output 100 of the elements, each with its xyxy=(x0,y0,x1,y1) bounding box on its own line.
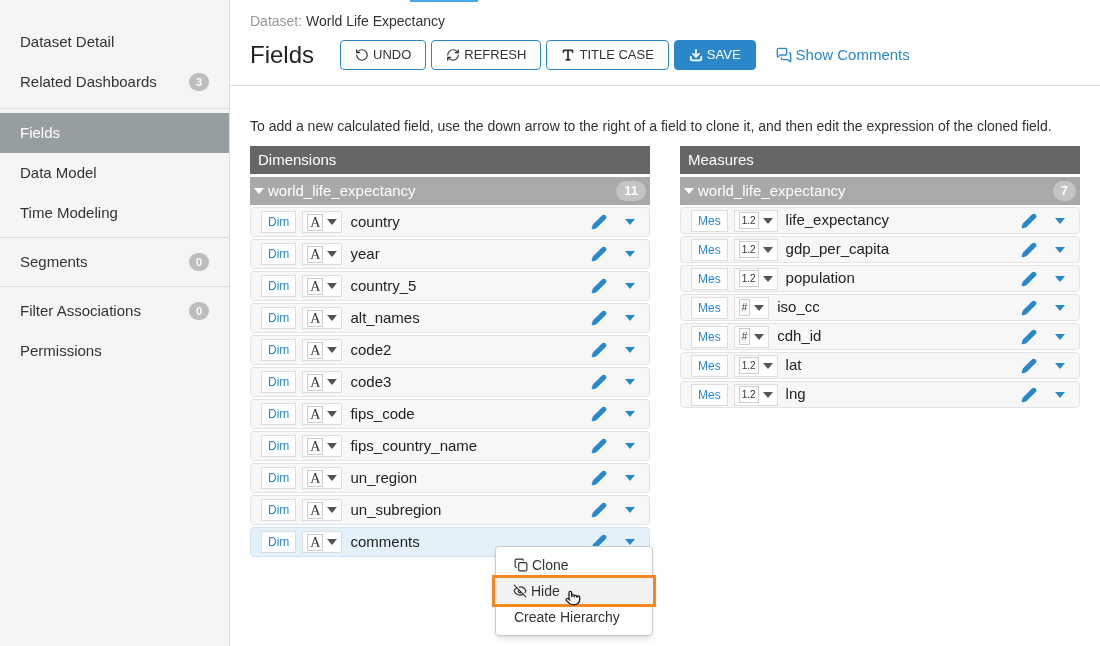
sidebar-item[interactable]: Data Model xyxy=(0,153,229,193)
field-row[interactable]: Mes 1.2 population xyxy=(680,265,1080,292)
role-tag[interactable]: Mes xyxy=(691,267,728,290)
menu-item[interactable]: Create Hierarchy xyxy=(496,604,652,630)
type-dropdown[interactable]: A xyxy=(302,435,343,457)
field-row[interactable]: Dim A year xyxy=(250,239,650,269)
field-row[interactable]: Mes 1.2 lat xyxy=(680,352,1080,379)
edit-icon[interactable] xyxy=(591,438,607,454)
row-menu-caret[interactable] xyxy=(625,347,635,353)
type-dropdown[interactable]: A xyxy=(302,371,343,393)
role-tag[interactable]: Dim xyxy=(261,403,297,425)
type-dropdown[interactable]: A xyxy=(302,467,343,489)
row-menu-caret[interactable] xyxy=(625,507,635,513)
field-row[interactable]: Mes # cdh_id xyxy=(680,323,1080,350)
field-row[interactable]: Dim A country xyxy=(250,207,650,237)
field-row[interactable]: Mes 1.2 gdp_per_capita xyxy=(680,236,1080,263)
type-dropdown[interactable]: A xyxy=(302,307,343,329)
row-menu-caret[interactable] xyxy=(625,219,635,225)
toolbar-button[interactable]: REFRESH xyxy=(431,40,542,70)
save-button[interactable]: SAVE xyxy=(673,40,756,70)
role-tag[interactable]: Dim xyxy=(261,499,297,521)
type-dropdown[interactable]: A xyxy=(302,275,343,297)
edit-icon[interactable] xyxy=(591,406,607,422)
sidebar-item[interactable]: Dataset Detail xyxy=(0,22,229,62)
row-menu-caret[interactable] xyxy=(1055,391,1065,398)
field-row[interactable]: Dim A fips_code xyxy=(250,399,650,429)
field-row[interactable]: Dim A code2 xyxy=(250,335,650,365)
type-dropdown[interactable]: A xyxy=(302,211,343,233)
show-comments-link[interactable]: Show Comments xyxy=(775,43,910,67)
role-tag[interactable]: Dim xyxy=(261,467,297,489)
role-tag[interactable]: Dim xyxy=(261,339,297,361)
type-dropdown[interactable]: 1.2 xyxy=(733,238,778,261)
role-tag[interactable]: Mes xyxy=(691,325,728,348)
row-menu-caret[interactable] xyxy=(625,251,635,257)
role-tag[interactable]: Dim xyxy=(261,371,297,393)
type-dropdown[interactable]: A xyxy=(302,243,343,265)
type-dropdown[interactable]: 1.2 xyxy=(733,354,778,377)
edit-icon[interactable] xyxy=(591,374,607,390)
field-row[interactable]: Dim A code3 xyxy=(250,367,650,397)
row-menu-caret[interactable] xyxy=(1055,362,1065,369)
field-row[interactable]: Mes 1.2 life_expectancy xyxy=(680,207,1080,234)
edit-icon[interactable] xyxy=(591,310,607,326)
edit-icon[interactable] xyxy=(591,246,607,262)
edit-icon[interactable] xyxy=(1021,212,1037,229)
edit-icon[interactable] xyxy=(1021,270,1037,287)
role-tag[interactable]: Mes xyxy=(691,296,728,319)
sidebar-item[interactable]: Permissions xyxy=(0,331,229,371)
edit-icon[interactable] xyxy=(1021,328,1037,345)
row-menu-caret[interactable] xyxy=(1055,304,1065,311)
row-menu-caret[interactable] xyxy=(1055,217,1065,224)
edit-icon[interactable] xyxy=(1021,386,1037,403)
type-dropdown[interactable]: 1.2 xyxy=(733,267,778,290)
edit-icon[interactable] xyxy=(591,278,607,294)
edit-icon[interactable] xyxy=(1021,357,1037,374)
row-menu-caret[interactable] xyxy=(1055,333,1065,340)
type-dropdown[interactable]: 1.2 xyxy=(733,383,778,406)
toolbar-button[interactable]: UNDO xyxy=(340,40,427,70)
row-menu-caret[interactable] xyxy=(1055,275,1065,282)
type-dropdown[interactable]: A xyxy=(302,403,343,425)
row-menu-caret[interactable] xyxy=(625,411,635,417)
field-row[interactable]: Mes 1.2 lng xyxy=(680,381,1080,408)
row-menu-caret[interactable] xyxy=(625,475,635,481)
edit-icon[interactable] xyxy=(591,502,607,518)
row-menu-caret[interactable] xyxy=(625,283,635,289)
type-dropdown[interactable]: # xyxy=(733,296,770,319)
role-tag[interactable]: Dim xyxy=(261,211,297,233)
role-tag[interactable]: Mes xyxy=(691,238,728,261)
field-row[interactable]: Dim A country_5 xyxy=(250,271,650,301)
sidebar-item[interactable]: Filter Associations 0 xyxy=(0,291,229,331)
row-menu-caret[interactable] xyxy=(625,379,635,385)
field-row[interactable]: Mes # iso_cc xyxy=(680,294,1080,321)
edit-icon[interactable] xyxy=(591,214,607,230)
role-tag[interactable]: Dim xyxy=(261,243,297,265)
role-tag[interactable]: Mes xyxy=(691,354,728,377)
type-dropdown[interactable]: A xyxy=(302,499,343,521)
row-menu-caret[interactable] xyxy=(1055,246,1065,253)
row-menu-caret[interactable] xyxy=(625,443,635,449)
type-dropdown[interactable]: # xyxy=(733,325,770,348)
role-tag[interactable]: Mes xyxy=(691,209,728,232)
toolbar-button[interactable]: TITLE CASE xyxy=(546,40,669,70)
role-tag[interactable]: Dim xyxy=(261,435,297,457)
field-row[interactable]: Dim A un_subregion xyxy=(250,495,650,525)
type-dropdown[interactable]: A xyxy=(302,531,343,553)
role-tag[interactable]: Dim xyxy=(261,275,297,297)
edit-icon[interactable] xyxy=(591,470,607,486)
field-row[interactable]: Dim A un_region xyxy=(250,463,650,493)
row-menu-caret[interactable] xyxy=(625,315,635,321)
role-tag[interactable]: Dim xyxy=(261,531,297,553)
field-row[interactable]: Dim A fips_country_name xyxy=(250,431,650,461)
field-row[interactable]: Dim A alt_names xyxy=(250,303,650,333)
sidebar-item[interactable]: Related Dashboards 3 xyxy=(0,62,229,102)
type-dropdown[interactable]: 1.2 xyxy=(733,209,778,232)
edit-icon[interactable] xyxy=(591,342,607,358)
role-tag[interactable]: Dim xyxy=(261,307,297,329)
type-dropdown[interactable]: A xyxy=(302,339,343,361)
sidebar-item[interactable]: Time Modeling xyxy=(0,193,229,233)
menu-item[interactable]: Hide xyxy=(495,578,653,604)
edit-icon[interactable] xyxy=(1021,299,1037,316)
edit-icon[interactable] xyxy=(1021,241,1037,258)
role-tag[interactable]: Mes xyxy=(691,383,728,406)
